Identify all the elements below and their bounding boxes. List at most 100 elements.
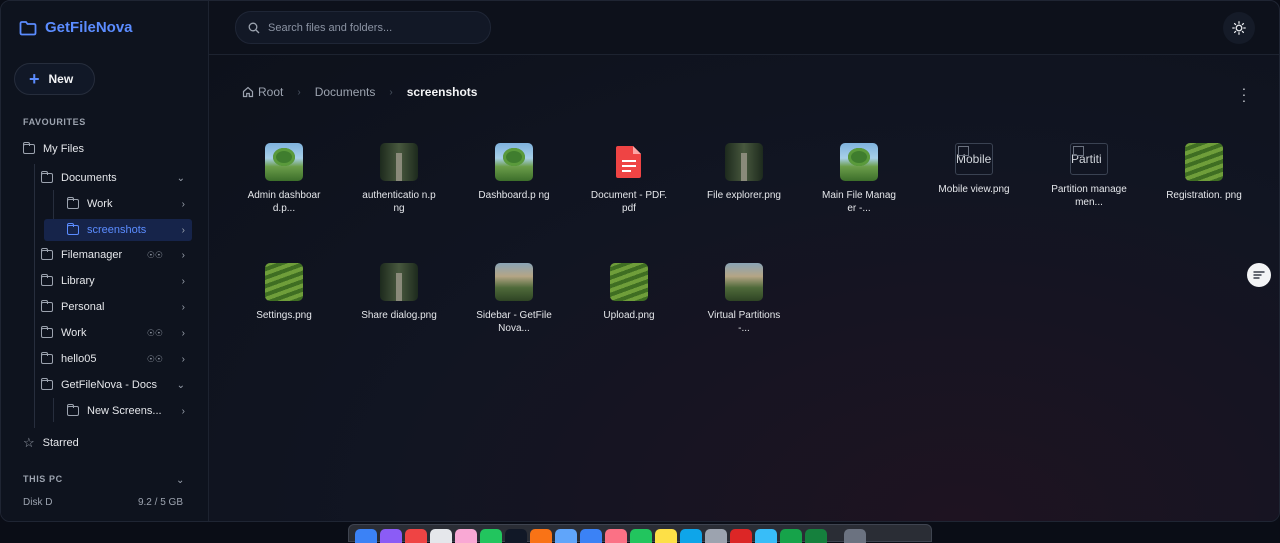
chevron-down-icon[interactable]: ⌄ [177,380,185,391]
this-pc-heading: THIS PC [23,474,63,484]
chevron-right-icon[interactable]: › [182,199,185,210]
file-item[interactable]: Mobile Mobile view.png [929,143,1019,196]
filter-icon [1253,271,1265,279]
chevron-down-icon[interactable]: ⌄ [177,173,185,184]
filter-list-button[interactable] [1247,263,1271,287]
file-item[interactable]: Share dialog.png [354,263,444,322]
chevron-right-icon[interactable]: › [182,354,185,365]
file-item[interactable]: File explorer.png [699,143,789,202]
chevron-down-icon[interactable]: ⌄ [176,475,184,486]
file-name: File explorer.png [707,190,781,201]
sidebar-item-label: My Files [43,143,84,155]
file-item[interactable]: Dashboard.p ng [469,143,559,202]
plus-icon: + [29,69,40,89]
photos-app-icon[interactable] [605,529,627,543]
appstore-app-icon[interactable] [680,529,702,543]
file-name: Upload.png [603,310,655,321]
tree-guide [34,164,35,428]
sidebar-item-personal[interactable]: Personal › [41,296,185,318]
breadcrumb-label: Documents [314,85,376,99]
finder-app-icon[interactable] [355,529,377,543]
sidebar-item-label: Work [61,327,87,339]
sidebar-item-filemanager[interactable]: Filemanager ☉☉ › [41,244,185,266]
more-options-icon[interactable]: · · · [1241,81,1247,107]
sidebar-item-label: Filemanager [61,249,123,261]
folder-icon [67,197,79,209]
image-thumbnail [610,263,648,301]
sidebar-item-work-shared[interactable]: Work ☉☉ › [41,322,185,344]
new-button-label: New [48,72,74,86]
breadcrumb-documents[interactable]: Documents [315,85,376,99]
chrome-app-icon[interactable] [405,529,427,543]
file-name: Partition managemen... [1051,184,1127,208]
image-thumbnail [725,263,763,301]
file-item[interactable]: Main File Manager -... [814,143,904,215]
folder-icon [41,274,53,286]
favourites-heading: FAVOURITES [23,117,86,127]
chevron-right-icon[interactable]: › [182,406,185,417]
app-icon[interactable] [455,529,477,543]
sidebar-item-screenshots[interactable]: screenshots › [44,219,192,241]
sidebar-item-hello05[interactable]: hello05 ☉☉ › [41,348,185,370]
chevron-right-icon[interactable]: › [182,276,185,287]
file-item[interactable]: Partiti Partition managemen... [1044,143,1134,209]
file-item[interactable]: Registration. png [1159,143,1249,202]
file-item[interactable]: authenticatio n.png [354,143,444,215]
sidebar-item-starred[interactable]: ☆ Starred [23,432,187,454]
file-item[interactable]: Settings.png [239,263,329,322]
disk-label: Disk D [23,497,53,508]
file-name: Admin dashboard.p... [247,190,321,214]
file-item[interactable]: Admin dashboard.p... [239,143,329,215]
search-input[interactable] [268,21,478,34]
file-name: Registration. png [1166,190,1242,201]
folder-icon [23,142,35,154]
sidebar-item-getfilenova-docs[interactable]: GetFileNova - Docs ⌄ [41,374,185,396]
notes-app-icon[interactable] [655,529,677,543]
image-thumbnail [265,143,303,181]
app-icon[interactable] [530,529,552,543]
app-icon[interactable] [730,529,752,543]
image-thumbnail [265,263,303,301]
trash-app-icon[interactable] [844,529,866,543]
sidebar-item-label: screenshots [87,224,147,236]
top-bar [209,1,1279,55]
folder-icon [67,223,79,235]
folder-icon [41,171,53,183]
sidebar-item-label: Documents [61,172,117,184]
sheets-app-icon[interactable] [805,529,827,543]
sidebar-item-new-screens[interactable]: New Screens... › [67,400,185,422]
sidebar-item-documents[interactable]: Documents ⌄ [41,167,185,189]
terminal-app-icon[interactable] [505,529,527,543]
file-item[interactable]: Document - PDF.pdf [584,143,674,215]
file-name: Mobile view.png [938,184,1010,195]
sidebar-item-work[interactable]: Work › [67,193,185,215]
drive-app-icon[interactable] [480,529,502,543]
chevron-right-icon[interactable]: › [182,328,185,339]
facetime-app-icon[interactable] [630,529,652,543]
chevron-right-icon: › [297,86,301,98]
launchpad-app-icon[interactable] [380,529,402,543]
disk-row[interactable]: Disk D 9.2 / 5 GB [23,497,183,508]
new-button[interactable]: + New [14,63,95,95]
chevron-right-icon[interactable]: › [182,302,185,313]
breadcrumb-root[interactable]: Root [242,85,283,99]
safari-app-icon[interactable] [555,529,577,543]
image-thumbnail [725,143,763,181]
mail-app-icon[interactable] [580,529,602,543]
search-box[interactable] [235,11,491,44]
slack-app-icon[interactable] [430,529,452,543]
theme-toggle-button[interactable] [1223,12,1255,44]
app-icon[interactable] [755,529,777,543]
file-item[interactable]: Sidebar - GetFileNova... [469,263,559,335]
sidebar-item-my-files[interactable]: My Files [23,138,187,160]
chevron-right-icon[interactable]: › [182,250,185,261]
brand[interactable]: GetFileNova [19,19,133,36]
image-thumbnail [1185,143,1223,181]
spotify-app-icon[interactable] [780,529,802,543]
shared-users-icon: ☉☉ [146,353,163,364]
file-item[interactable]: Upload.png [584,263,674,322]
chevron-right-icon[interactable]: › [182,225,185,236]
sidebar-item-library[interactable]: Library › [41,270,185,292]
settings-app-icon[interactable] [705,529,727,543]
file-item[interactable]: Virtual Partitions -... [699,263,789,335]
